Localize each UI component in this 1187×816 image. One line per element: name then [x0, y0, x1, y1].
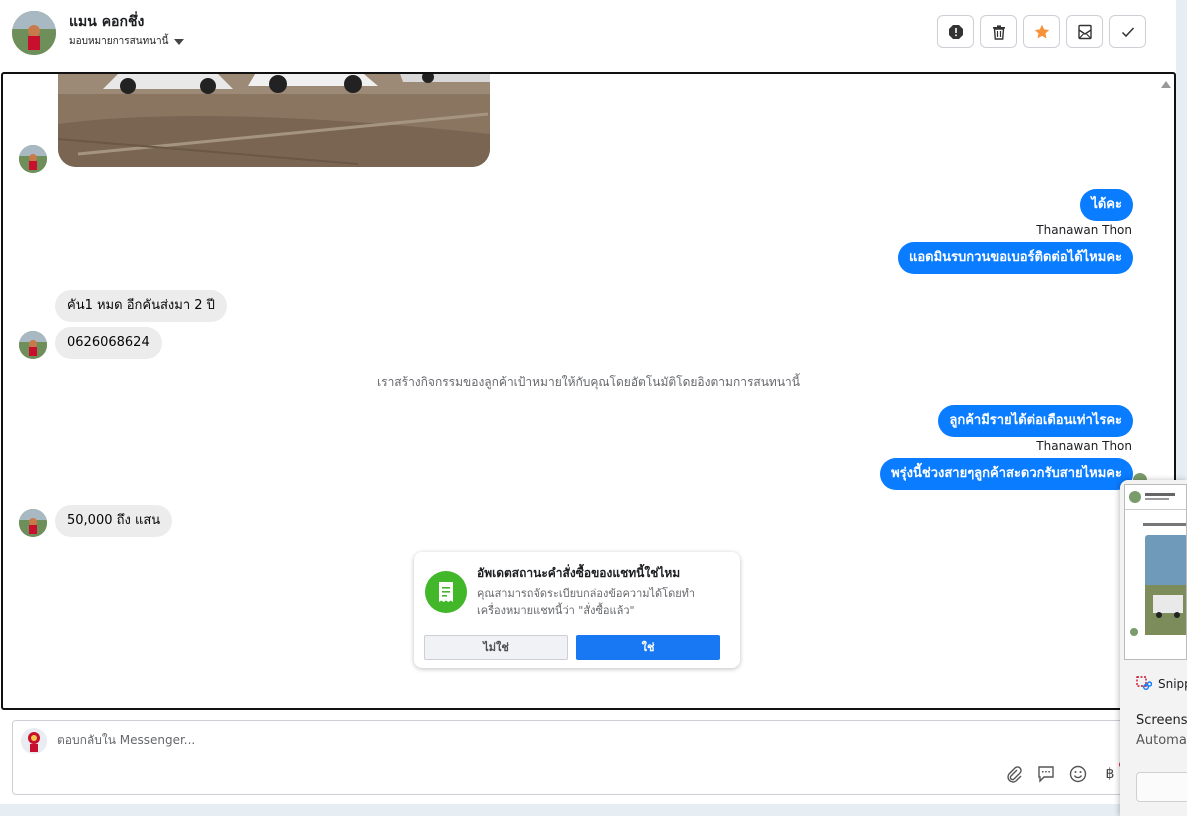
- prompt-description: คุณสามารถจัดระเบียบกล่องข้อความได้โดยทำเ…: [477, 587, 696, 617]
- spam-icon: [948, 24, 963, 39]
- conversation-header: แมน คอกชึ่ง มอบหมายการสนทนานี้: [0, 0, 1176, 70]
- notification-subtext: Automat: [1136, 733, 1187, 748]
- prompt-yes-button[interactable]: ใช่: [576, 635, 720, 660]
- header-actions: [937, 15, 1146, 48]
- sender-name: Thanawan Thon: [1036, 223, 1132, 237]
- message-outgoing[interactable]: พรุ่งนี้ช่วงสายๆลูกค้าสะดวกรับสายไหมคะ: [880, 458, 1133, 490]
- page-avatar: [21, 728, 47, 754]
- sender-name: Thanawan Thon: [1036, 439, 1132, 453]
- star-icon: [1034, 24, 1049, 38]
- payment-button[interactable]: ฿: [1101, 765, 1119, 783]
- snipping-tool-icon: [1136, 676, 1152, 690]
- reply-composer: ฿: [12, 720, 1176, 795]
- check-icon: [1121, 26, 1134, 37]
- attach-button[interactable]: [1005, 765, 1023, 783]
- message-thread[interactable]: ได้คะ Thanawan Thon แอดมินรบกวนขอเบอร์ติ…: [1, 72, 1176, 710]
- messenger-inbox: แมน คอกชึ่ง มอบหมายการสนทนานี้ ได้คะ Tha…: [0, 0, 1176, 804]
- assign-conversation-dropdown[interactable]: มอบหมายการสนทนานี้: [69, 34, 185, 49]
- order-status-prompt: อัพเดตสถานะคำสั่งซื้อของแชทนี้ใช่ไหม คุณ…: [414, 552, 740, 668]
- scroll-up-arrow-icon[interactable]: [1161, 81, 1171, 88]
- contact-avatar[interactable]: [12, 11, 56, 55]
- prompt-no-button[interactable]: ไม่ใช่: [424, 635, 568, 660]
- message-incoming[interactable]: คัน1 หมด อีกคันส่งมา 2 ปี: [55, 290, 227, 322]
- receipt-icon: [425, 571, 467, 613]
- contact-avatar-small[interactable]: [19, 509, 47, 537]
- star-button[interactable]: [1023, 15, 1060, 48]
- emoji-icon: [1069, 765, 1087, 783]
- saved-reply-icon: [1038, 766, 1054, 783]
- saved-reply-button[interactable]: [1037, 765, 1055, 783]
- notification-heading: Screensh: [1136, 713, 1187, 728]
- mark-unread-icon: [1077, 24, 1092, 39]
- contact-avatar-small[interactable]: [19, 145, 47, 173]
- message-incoming[interactable]: 0626068624: [55, 327, 162, 359]
- assign-label: มอบหมายการสนทนานี้: [69, 36, 169, 47]
- composer-tools: ฿: [1005, 765, 1119, 783]
- snipping-tool-notification[interactable]: Snipp Screensh Automat: [1120, 480, 1187, 816]
- system-note: เราสร้างกิจกรรมของลูกค้าเป้าหมายให้กับคุ…: [377, 375, 800, 389]
- snipping-tool-name: Snipp: [1158, 677, 1187, 691]
- notification-action-button[interactable]: [1136, 772, 1187, 802]
- shared-photo[interactable]: [58, 74, 490, 167]
- message-outgoing[interactable]: ลูกค้ามีรายได้ต่อเดือนเท่าไรคะ: [938, 405, 1133, 437]
- screenshot-thumbnail[interactable]: [1124, 484, 1187, 660]
- prompt-title: อัพเดตสถานะคำสั่งซื้อของแชทนี้ใช่ไหม: [477, 566, 681, 580]
- emoji-button[interactable]: [1069, 765, 1087, 783]
- mark-unread-button[interactable]: [1066, 15, 1103, 48]
- mark-spam-button[interactable]: [937, 15, 974, 48]
- trash-icon: [992, 24, 1005, 40]
- message-outgoing[interactable]: แอดมินรบกวนขอเบอร์ติดต่อได้ไหมคะ: [897, 242, 1133, 274]
- contact-name[interactable]: แมน คอกชึ่ง: [69, 11, 144, 33]
- attach-icon: [1007, 766, 1022, 783]
- message-incoming[interactable]: 50,000 ถึง แสน: [55, 505, 173, 537]
- baht-icon: ฿: [1105, 766, 1115, 782]
- caret-down-icon: [174, 38, 185, 45]
- message-outgoing[interactable]: ได้คะ: [1080, 189, 1133, 221]
- mark-done-button[interactable]: [1109, 15, 1146, 48]
- delete-button[interactable]: [980, 15, 1017, 48]
- contact-avatar-small[interactable]: [19, 331, 47, 359]
- reply-input[interactable]: [57, 733, 957, 747]
